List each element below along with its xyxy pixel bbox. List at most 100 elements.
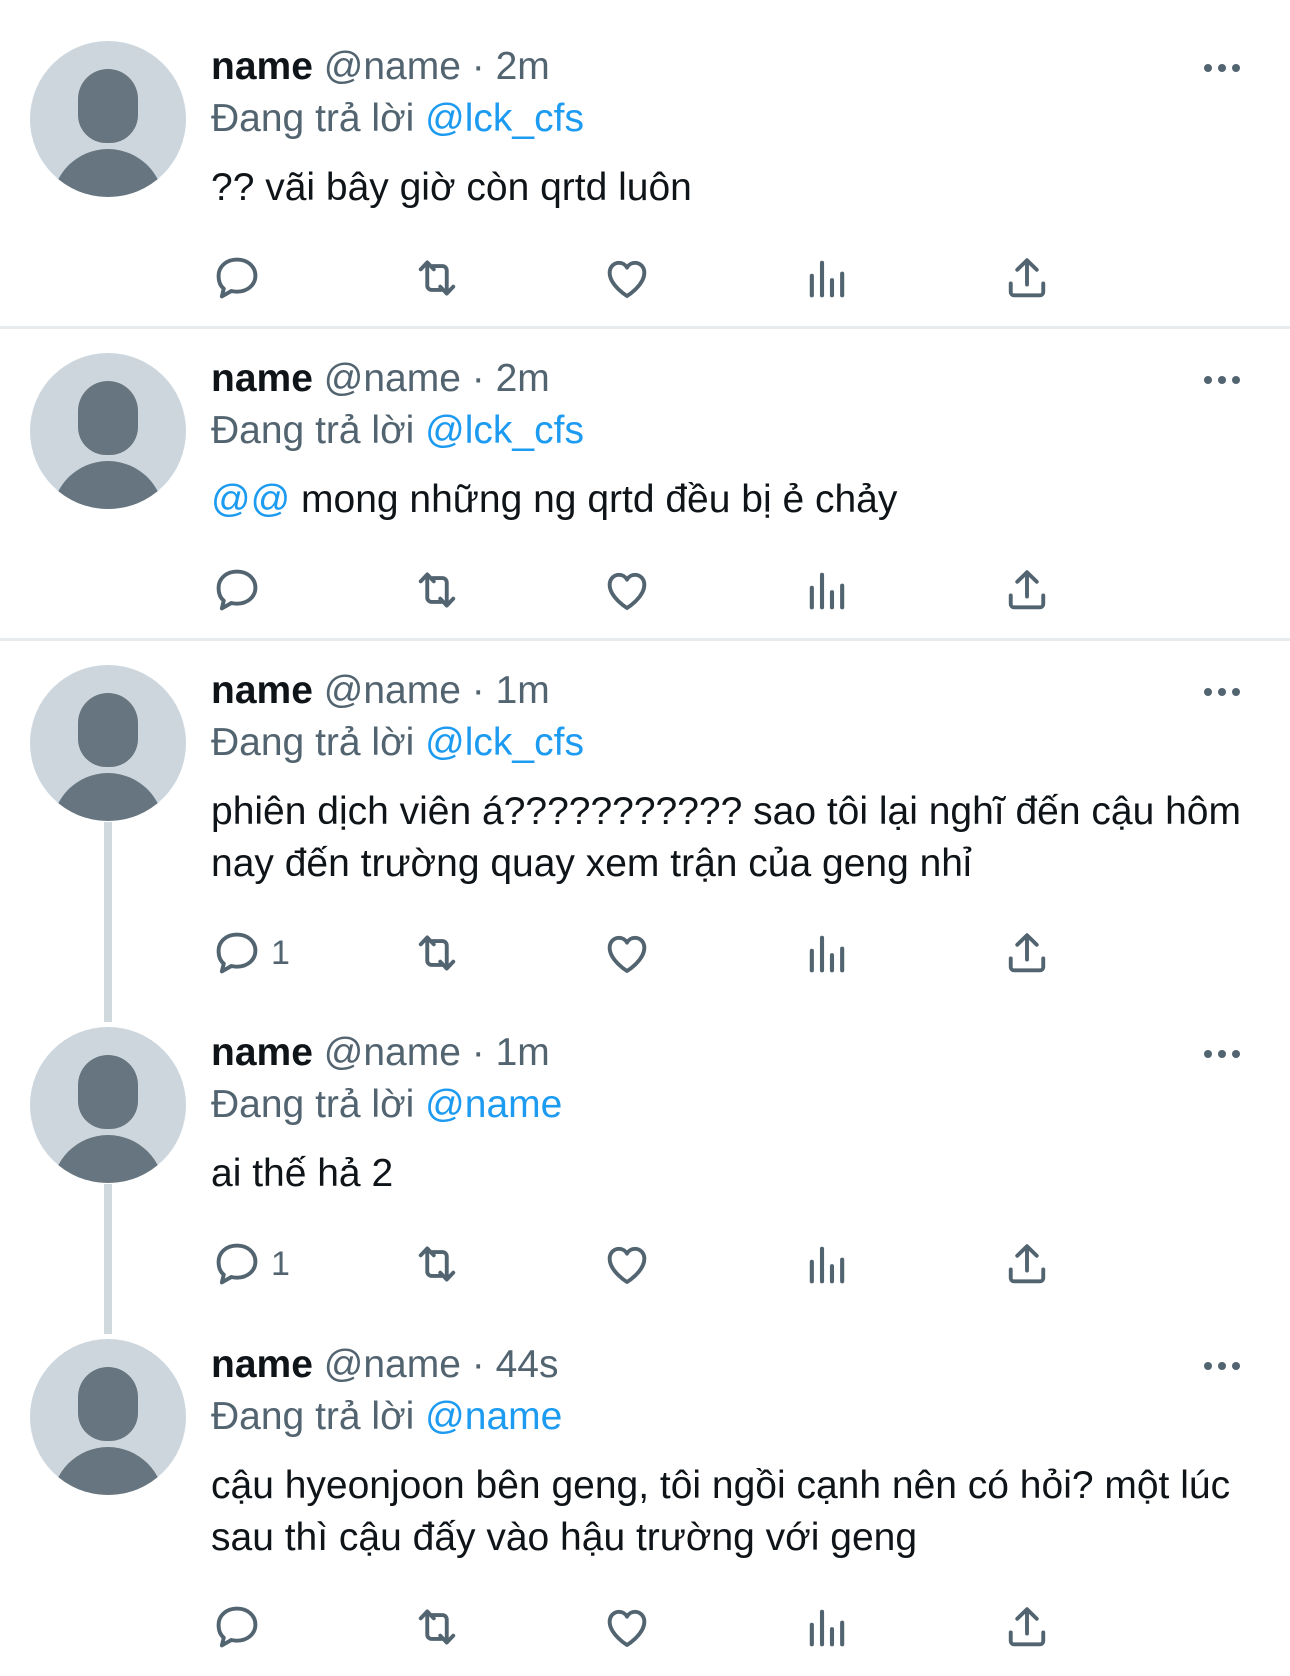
- tweet-header: name @name · 1m: [211, 668, 550, 714]
- more-icon[interactable]: [1204, 1356, 1244, 1376]
- retweet-button[interactable]: [411, 923, 463, 983]
- more-icon[interactable]: [1204, 370, 1244, 390]
- reply-icon: [216, 932, 258, 974]
- timestamp[interactable]: 2m: [496, 357, 550, 400]
- heart-icon: [607, 1246, 647, 1284]
- user-handle[interactable]: @name: [324, 45, 461, 88]
- tweet-header: name @name · 2m: [211, 44, 550, 90]
- like-button[interactable]: [601, 923, 653, 983]
- display-name[interactable]: name: [211, 1343, 313, 1386]
- replying-prefix: Đang trả lời: [211, 97, 415, 140]
- tweet[interactable]: name @name · 1m Đang trả lời @name ai th…: [0, 1027, 1290, 1337]
- replying-mention[interactable]: @lck_cfs: [425, 97, 584, 140]
- tweet-text-body: ai thế hả 2: [211, 1152, 394, 1195]
- reply-button[interactable]: [211, 1597, 271, 1657]
- avatar[interactable]: [30, 1339, 186, 1495]
- timestamp[interactable]: 1m: [496, 669, 550, 712]
- separator: ·: [471, 357, 485, 400]
- reply-count: 1: [271, 1244, 290, 1283]
- retweet-button[interactable]: [411, 1234, 463, 1294]
- timestamp[interactable]: 1m: [496, 1031, 550, 1074]
- replying-mention[interactable]: @lck_cfs: [425, 721, 584, 764]
- reply-icon: [216, 569, 258, 611]
- share-button[interactable]: [1001, 560, 1053, 620]
- share-button[interactable]: [1001, 1597, 1053, 1657]
- timestamp[interactable]: 44s: [496, 1343, 559, 1386]
- replying-to: Đang trả lời @lck_cfs: [211, 720, 584, 766]
- avatar[interactable]: [30, 665, 186, 821]
- separator: ·: [471, 1343, 485, 1386]
- replying-prefix: Đang trả lời: [211, 1083, 415, 1126]
- display-name[interactable]: name: [211, 669, 313, 712]
- replying-mention[interactable]: @lck_cfs: [425, 409, 584, 452]
- tweet-text-body: mong những ng qrtd đều bị ẻ chảy: [290, 478, 898, 521]
- like-button[interactable]: [601, 248, 653, 308]
- share-button[interactable]: [1001, 923, 1053, 983]
- tweet-text-body: ?? vãi bây giờ còn qrtd luôn: [211, 166, 692, 209]
- tweet-header: name @name · 1m: [211, 1030, 550, 1076]
- views-icon: [809, 572, 845, 610]
- user-handle[interactable]: @name: [324, 357, 461, 400]
- tweet[interactable]: name @name · 2m Đang trả lời @lck_cfs @@…: [0, 329, 1290, 639]
- tweet-text: ai thế hả 2: [211, 1148, 1271, 1200]
- display-name[interactable]: name: [211, 45, 313, 88]
- tweet-actions: [211, 1597, 1161, 1657]
- heart-icon: [607, 1609, 647, 1647]
- views-button[interactable]: [801, 1597, 853, 1657]
- avatar[interactable]: [30, 353, 186, 509]
- tweet-header: name @name · 44s: [211, 1342, 558, 1388]
- share-button[interactable]: [1001, 248, 1053, 308]
- tweet-text-body: cậu hyeonjoon bên geng, tôi ngồi cạnh nê…: [211, 1464, 1231, 1559]
- tweet[interactable]: name @name · 1m Đang trả lời @lck_cfs ph…: [0, 641, 1290, 1026]
- avatar[interactable]: [30, 1027, 186, 1183]
- retweet-icon: [418, 260, 456, 296]
- tweet[interactable]: name @name · 44s Đang trả lời @name cậu …: [0, 1339, 1290, 1676]
- views-button[interactable]: [801, 1234, 853, 1294]
- share-icon: [1008, 258, 1046, 298]
- retweet-button[interactable]: [411, 560, 463, 620]
- user-handle[interactable]: @name: [324, 1031, 461, 1074]
- tweet-text: cậu hyeonjoon bên geng, tôi ngồi cạnh nê…: [211, 1460, 1271, 1564]
- more-icon[interactable]: [1204, 58, 1244, 78]
- tweet-text: @@ mong những ng qrtd đều bị ẻ chảy: [211, 474, 1271, 526]
- user-handle[interactable]: @name: [324, 1343, 461, 1386]
- replying-prefix: Đang trả lời: [211, 721, 415, 764]
- heart-icon: [607, 572, 647, 610]
- more-icon[interactable]: [1204, 1044, 1244, 1064]
- like-button[interactable]: [601, 560, 653, 620]
- display-name[interactable]: name: [211, 357, 313, 400]
- replying-to: Đang trả lời @name: [211, 1394, 562, 1440]
- tweet[interactable]: name @name · 2m Đang trả lời @lck_cfs ??…: [0, 0, 1290, 326]
- avatar[interactable]: [30, 41, 186, 197]
- reply-button[interactable]: [211, 560, 271, 620]
- retweet-button[interactable]: [411, 248, 463, 308]
- more-icon[interactable]: [1204, 682, 1244, 702]
- views-button[interactable]: [801, 923, 853, 983]
- text-mention[interactable]: @@: [211, 478, 290, 521]
- replying-to: Đang trả lời @lck_cfs: [211, 408, 584, 454]
- replying-to: Đang trả lời @name: [211, 1082, 562, 1128]
- views-button[interactable]: [801, 560, 853, 620]
- reply-button[interactable]: 1: [211, 1234, 290, 1294]
- retweet-button[interactable]: [411, 1597, 463, 1657]
- like-button[interactable]: [601, 1597, 653, 1657]
- tweet-text: phiên dịch viên á??????????? sao tôi lại…: [211, 786, 1271, 890]
- replying-mention[interactable]: @name: [425, 1395, 562, 1438]
- replying-mention[interactable]: @name: [425, 1083, 562, 1126]
- like-button[interactable]: [601, 1234, 653, 1294]
- display-name[interactable]: name: [211, 1031, 313, 1074]
- views-button[interactable]: [801, 248, 853, 308]
- replying-to: Đang trả lời @lck_cfs: [211, 96, 584, 142]
- separator: ·: [471, 669, 485, 712]
- share-button[interactable]: [1001, 1234, 1053, 1294]
- tweet-actions: 1: [211, 923, 1161, 983]
- share-icon: [1008, 1607, 1046, 1647]
- reply-button[interactable]: [211, 248, 271, 308]
- timestamp[interactable]: 2m: [496, 45, 550, 88]
- heart-icon: [607, 935, 647, 973]
- reply-button[interactable]: 1: [211, 923, 290, 983]
- tweet-actions: [211, 248, 1161, 308]
- replying-prefix: Đang trả lời: [211, 409, 415, 452]
- user-handle[interactable]: @name: [324, 669, 461, 712]
- retweet-icon: [418, 935, 456, 971]
